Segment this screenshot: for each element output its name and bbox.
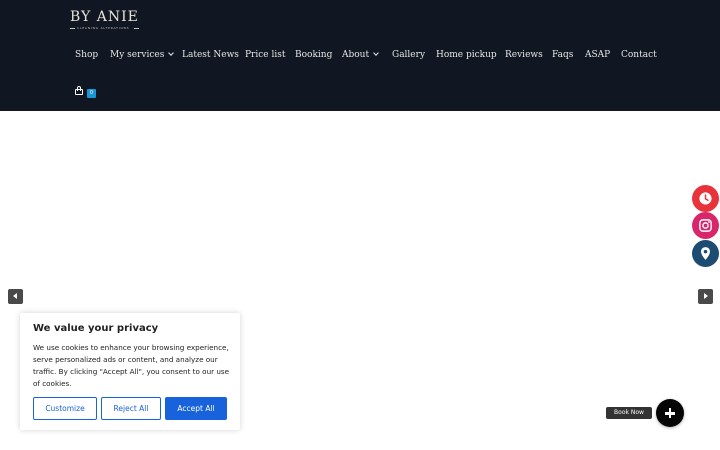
nav-item-home-pickup[interactable]: Home pickup [436,46,497,64]
logo-tagline: CLEANING ALTERATIONS [77,26,130,30]
nav-item-gallery[interactable]: Gallery [392,46,425,64]
reject-all-button[interactable]: Reject All [101,397,161,420]
nav-item-asap[interactable]: ASAP [585,46,610,64]
nav-label: Gallery [392,50,426,60]
cookie-description: We use cookies to enhance your browsing … [33,343,230,388]
slider-next-button[interactable] [698,289,713,304]
nav-label: Faqs [552,50,574,60]
nav-label: Latest News [182,50,239,60]
nav-label: ASAP [585,50,611,60]
nav-item-shop[interactable]: Shop [75,46,98,64]
chevron-down-icon [168,50,175,56]
cart-button[interactable]: 0 [74,86,98,100]
location-button[interactable] [692,240,719,267]
cart-count-badge: 0 [87,89,96,98]
nav-item-latest-news[interactable]: Latest News [182,46,239,64]
nav-label: About [342,50,370,60]
nav-item-about[interactable]: About [342,46,379,64]
customize-button[interactable]: Customize [33,397,97,420]
chevron-down-icon [373,50,379,56]
nav-item-price-list[interactable]: Price list [245,46,285,64]
nav-item-reviews[interactable]: Reviews [505,46,543,64]
hours-button[interactable] [692,185,719,212]
slider-prev-button[interactable] [8,289,23,304]
site-header: BY ANIE CLEANING ALTERATIONS Shop My ser… [0,0,720,111]
instagram-icon [699,219,712,232]
arrow-left-icon [13,293,17,299]
book-now-label[interactable]: Book Now [606,407,652,419]
clock-icon [699,192,712,205]
cookie-consent-banner: We value your privacy We use cookies to … [20,313,240,430]
nav-item-booking[interactable]: Booking [295,46,332,64]
site-logo[interactable]: BY ANIE CLEANING ALTERATIONS [70,9,140,31]
nav-label: Contact [621,50,657,60]
arrow-right-icon [704,293,708,299]
nav-label: Booking [295,50,333,60]
nav-label: Price list [245,50,286,60]
nav-item-contact[interactable]: Contact [621,46,657,64]
shopping-bag-body [75,89,83,95]
map-pin-icon [701,247,710,260]
nav-label: Home pickup [436,50,497,60]
nav-label: Shop [75,50,99,60]
nav-label: Reviews [505,50,543,60]
plus-icon-vertical [668,408,672,418]
book-now-button[interactable] [656,399,684,427]
nav-item-my-services[interactable]: My services [110,46,175,64]
main-navigation: Shop My services Latest News Price list … [0,46,720,64]
logo-rule-right [134,28,139,29]
cookie-title: We value your privacy [33,323,159,334]
logo-text: BY ANIE [70,9,139,25]
logo-rule-left [70,28,75,29]
nav-label: My services [110,50,165,60]
accept-all-button[interactable]: Accept All [165,397,227,420]
instagram-button[interactable] [692,212,719,239]
nav-item-faqs[interactable]: Faqs [552,46,573,64]
